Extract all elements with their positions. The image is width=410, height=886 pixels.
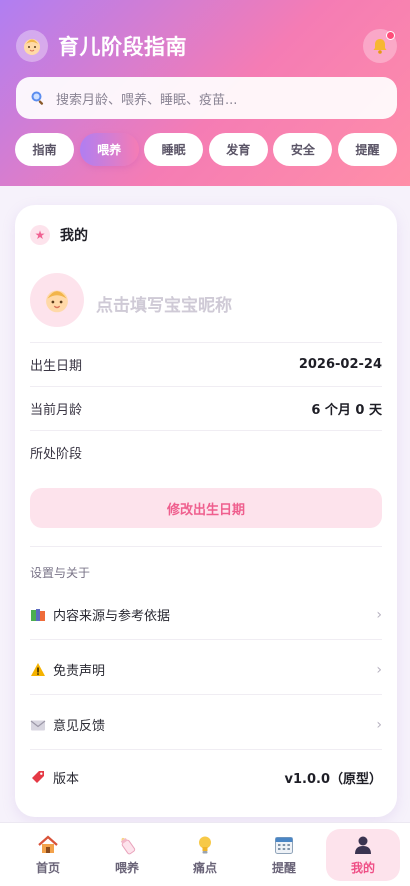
envelope-icon bbox=[30, 717, 46, 733]
person-icon bbox=[355, 836, 371, 854]
nav-label: 喂养 bbox=[114, 861, 139, 875]
nav-label: 痛点 bbox=[192, 861, 217, 875]
birth-date-row: 出生日期 2026-02-24 bbox=[30, 342, 382, 386]
settings-item-feedback[interactable]: 意见反馈 › bbox=[30, 700, 382, 750]
tab-guide[interactable]: 指南 bbox=[15, 133, 74, 166]
settings-item-label: 内容来源与参考依据 bbox=[53, 609, 171, 624]
tab-feeding[interactable]: 喂养 bbox=[79, 133, 139, 166]
section-header: ★ 我的 bbox=[30, 225, 88, 245]
tab-reminder[interactable]: 提醒 bbox=[337, 133, 397, 166]
calendar-icon bbox=[275, 837, 293, 854]
baby-avatar-icon bbox=[46, 290, 68, 313]
divider bbox=[30, 546, 382, 547]
notification-dot bbox=[386, 31, 395, 40]
settings-item-sources[interactable]: 内容来源与参考依据 › bbox=[30, 590, 382, 640]
chevron-right-icon: › bbox=[376, 606, 382, 623]
nav-feeding[interactable]: 喂养 bbox=[90, 829, 164, 881]
nav-label: 首页 bbox=[35, 861, 60, 875]
tab-development[interactable]: 发育 bbox=[208, 133, 268, 166]
stage-row: 所处阶段 bbox=[30, 430, 382, 474]
tag-icon bbox=[30, 769, 46, 785]
age-label: 当前月龄 bbox=[30, 403, 83, 418]
version-label: 版本 bbox=[53, 771, 80, 787]
nav-pain-points[interactable]: 痛点 bbox=[168, 829, 242, 881]
settings-item-label: 意见反馈 bbox=[53, 719, 106, 734]
home-icon bbox=[38, 835, 58, 853]
nav-home[interactable]: 首页 bbox=[11, 829, 85, 881]
star-icon: ★ bbox=[30, 225, 50, 245]
notification-button[interactable] bbox=[363, 29, 397, 63]
bottle-icon bbox=[120, 837, 136, 855]
warning-icon bbox=[30, 662, 46, 678]
search-input[interactable]: 搜索月龄、喂养、睡眠、疫苗... bbox=[16, 77, 397, 119]
stage-label: 所处阶段 bbox=[30, 447, 83, 462]
bell-icon bbox=[373, 39, 387, 54]
category-tabs: 指南 喂养 睡眠 发育 安全 提醒 bbox=[15, 133, 397, 167]
tab-safety[interactable]: 安全 bbox=[273, 133, 333, 166]
profile-card: ★ 我的 点击填写宝宝昵称 出生日期 2026-02-24 当前月龄 6 个月 … bbox=[15, 205, 397, 817]
settings-item-disclaimer[interactable]: 免责声明 › bbox=[30, 645, 382, 695]
search-placeholder: 搜索月龄、喂养、睡眠、疫苗... bbox=[56, 92, 238, 108]
search-icon bbox=[31, 91, 44, 105]
version-row: 版本 v1.0.0（原型） bbox=[30, 752, 382, 802]
birth-date-label: 出生日期 bbox=[30, 359, 83, 374]
nav-reminder[interactable]: 提醒 bbox=[247, 829, 321, 881]
nickname-field[interactable]: 点击填写宝宝昵称 bbox=[96, 291, 232, 316]
section-title: 我的 bbox=[60, 228, 88, 244]
chevron-right-icon: › bbox=[376, 661, 382, 678]
age-row: 当前月龄 6 个月 0 天 bbox=[30, 386, 382, 430]
lightbulb-icon bbox=[199, 836, 211, 854]
books-icon bbox=[30, 607, 46, 623]
app-header: 育儿阶段指南 搜索月龄、喂养、睡眠、疫苗... 指南 喂养 睡眠 发育 安全 提… bbox=[0, 0, 410, 186]
nav-label: 我的 bbox=[350, 861, 375, 875]
chevron-right-icon: › bbox=[376, 716, 382, 733]
tab-sleep[interactable]: 睡眠 bbox=[144, 133, 204, 166]
settings-title: 设置与关于 bbox=[30, 566, 91, 580]
birth-date-value: 2026-02-24 bbox=[298, 357, 382, 372]
nav-mine[interactable]: 我的 bbox=[326, 829, 400, 881]
edit-birth-date-button[interactable]: 修改出生日期 bbox=[30, 488, 382, 528]
baby-face-icon bbox=[16, 30, 48, 62]
bottom-nav: 首页 喂养 痛点 提醒 我的 bbox=[0, 822, 410, 886]
avatar[interactable] bbox=[30, 273, 84, 327]
settings-item-label: 免责声明 bbox=[53, 664, 106, 679]
app-title: 育儿阶段指南 bbox=[58, 35, 187, 59]
nav-label: 提醒 bbox=[271, 861, 296, 875]
version-value: v1.0.0（原型） bbox=[284, 771, 383, 787]
age-value: 6 个月 0 天 bbox=[311, 403, 382, 418]
